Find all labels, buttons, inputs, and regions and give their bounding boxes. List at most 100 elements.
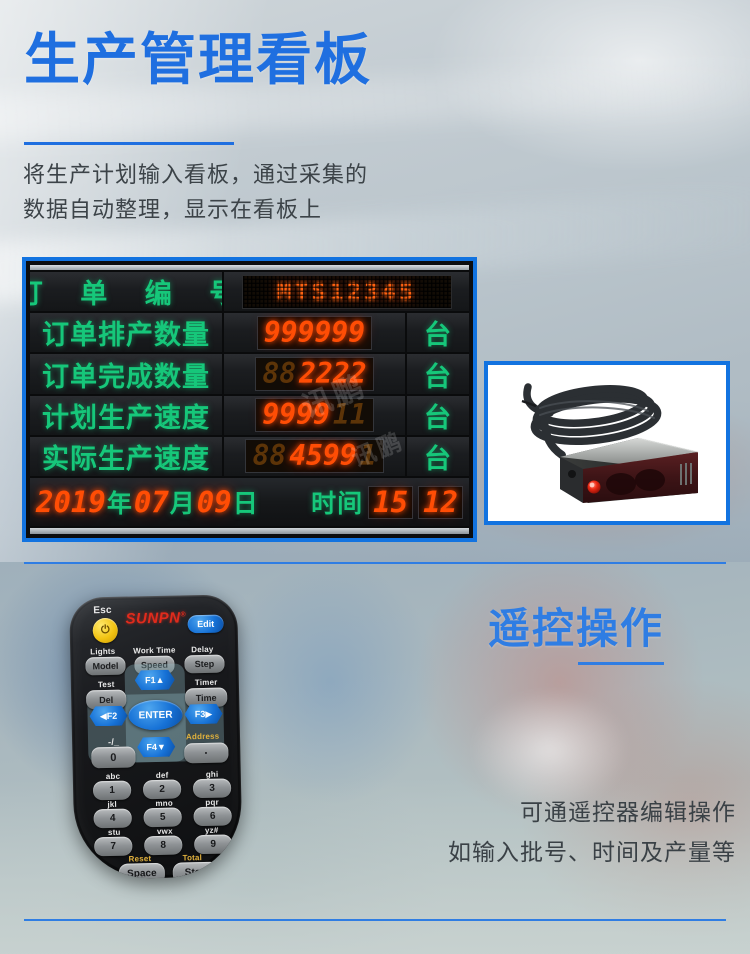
caption-key-4: jkl xyxy=(107,799,117,810)
key-7[interactable]: 7 xyxy=(94,836,133,857)
space-button[interactable]: Space xyxy=(118,862,166,880)
board-label-completed-qty: 订单完成数量 xyxy=(42,361,210,392)
caption-total: Total xyxy=(182,853,203,863)
f2-left-button[interactable]: ◀F2 xyxy=(89,706,127,727)
background-glow xyxy=(470,690,630,810)
board-row-planned-qty: 订单排产数量 999999 台 xyxy=(30,313,469,353)
row-label-cell: 计划生产速度 xyxy=(30,395,222,435)
caption-minus: -/_ xyxy=(107,736,120,748)
seven-segment-display: 88 4599 1 xyxy=(245,439,384,474)
caption-delay: Delay xyxy=(191,644,214,655)
caption-esc: Esc xyxy=(93,604,112,617)
edit-button[interactable]: Edit xyxy=(187,614,224,634)
section2-title-underline xyxy=(578,662,664,665)
row-unit-cell: 台 xyxy=(407,354,469,394)
caption-work-time: Work Time xyxy=(133,645,176,656)
board-datetime-bar: 2019 年 07 月 09 日 时间 15 12 xyxy=(30,478,469,527)
key-1[interactable]: 1 xyxy=(92,780,132,801)
date-day: 09 xyxy=(196,484,232,519)
row-label-cell: 订单完成数量 xyxy=(30,354,222,394)
power-icon: ⏻ xyxy=(100,623,110,637)
row-value-cell: 9999 11 xyxy=(224,395,405,435)
clock-minute-box: 12 xyxy=(418,485,463,519)
planned-qty-value: 999999 xyxy=(263,315,366,349)
brand-registered-mark: ® xyxy=(180,611,187,619)
date-month: 07 xyxy=(133,484,169,519)
power-button[interactable]: ⏻ xyxy=(92,617,119,644)
row-value-cell: 999999 xyxy=(224,313,405,353)
remote-control: Esc SUNPN® ⏻ Edit Lights Work Time Delay… xyxy=(69,594,243,880)
key-3[interactable]: 3 xyxy=(192,778,232,799)
board-unit-planned-speed: 台 xyxy=(424,402,452,433)
remote-brand-text: SUNPN xyxy=(125,609,181,628)
row-unit-cell: 台 xyxy=(407,395,469,435)
clock-hour-box: 15 xyxy=(368,484,414,519)
address-key[interactable]: · xyxy=(184,742,229,764)
key-9[interactable]: 9 xyxy=(194,834,233,855)
planned-speed-dim-suffix: 11 xyxy=(332,398,367,432)
seven-segment-display: 88 2222 xyxy=(255,357,374,391)
subtitle-line-2: 数据自动整理，显示在看板上 xyxy=(23,196,323,222)
model-button[interactable]: Model xyxy=(85,656,126,676)
date-day-unit: 日 xyxy=(232,490,259,519)
page-root: 生产管理看板 将生产计划输入看板，通过采集的 数据自动整理，显示在看板上 订 单… xyxy=(0,0,750,954)
board-row-order-number: 订 单 编 号 MTS12345 xyxy=(30,272,469,312)
seven-segment-display: 999999 xyxy=(256,315,373,350)
caption-lights: Lights xyxy=(90,646,116,657)
key-4[interactable]: 4 xyxy=(93,808,132,829)
step-button[interactable]: Step xyxy=(184,654,225,674)
board-label-planned-qty: 订单排产数量 xyxy=(42,320,210,351)
board-row-actual-speed: 实际生产速度 88 4599 1 台 xyxy=(30,436,469,477)
remote-brand-logo: SUNPN® xyxy=(125,609,186,627)
board-unit-planned-qty: 台 xyxy=(424,320,452,351)
f4-down-button[interactable]: F4▼ xyxy=(137,737,175,758)
section2-body: 可通遥控器编辑操作 如输入批号、时间及产量等 xyxy=(336,793,736,872)
row-value-cell: MTS12345 xyxy=(224,272,469,312)
dot-matrix-display: MTS12345 xyxy=(241,274,452,309)
key-6[interactable]: 6 xyxy=(193,806,232,827)
led-kanban-board: 订 单 编 号 MTS12345 订单排产数量 999999 xyxy=(22,257,477,542)
page-title: 生产管理看板 xyxy=(24,28,372,91)
page-subtitle: 将生产计划输入看板，通过采集的 数据自动整理，显示在看板上 xyxy=(23,158,368,228)
board-label-planned-speed: 计划生产速度 xyxy=(42,402,210,433)
subtitle-line-1: 将生产计划输入看板，通过采集的 xyxy=(23,162,369,187)
caption-key-6: pqr xyxy=(205,797,219,807)
caption-test: Test xyxy=(97,679,115,690)
date-year: 2019 xyxy=(36,484,106,519)
row-value-cell: 88 2222 xyxy=(224,354,405,394)
key-2[interactable]: 2 xyxy=(142,779,182,800)
caption-key-7: stu xyxy=(107,827,121,838)
date-year-unit: 年 xyxy=(106,490,133,519)
completed-qty-dim-prefix: 88 xyxy=(262,357,297,390)
section-divider-middle xyxy=(24,562,726,564)
section2-title: 遥控操作 xyxy=(488,605,665,652)
completed-qty-value: 2222 xyxy=(299,357,367,390)
f1-up-button[interactable]: F1▲ xyxy=(135,670,175,691)
actual-speed-dim-prefix: 88 xyxy=(252,439,287,473)
caption-reset: Reset xyxy=(128,854,152,864)
board-unit-actual-speed: 台 xyxy=(424,443,452,474)
board-label-actual-speed: 实际生产速度 xyxy=(42,443,210,474)
row-label-cell: 订 单 编 号 xyxy=(30,272,222,312)
section-divider-bottom xyxy=(24,919,726,921)
planned-speed-value: 9999 xyxy=(262,398,330,432)
caption-address: Address xyxy=(185,731,220,742)
row-unit-cell: 台 xyxy=(407,313,469,353)
key-8[interactable]: 8 xyxy=(144,835,183,856)
board-label-order-number: 订 单 编 号 xyxy=(30,279,222,310)
board-top-strip xyxy=(30,265,469,270)
caption-key-2: def xyxy=(155,770,169,781)
board-unit-completed-qty: 台 xyxy=(424,361,452,392)
title-underline xyxy=(24,142,234,145)
f3-right-button[interactable]: F3▶ xyxy=(184,704,222,725)
zero-key[interactable]: 0 xyxy=(91,746,136,769)
clock-hour: 15 xyxy=(373,484,409,519)
seven-segment-display: 9999 11 xyxy=(255,398,374,433)
key-5[interactable]: 5 xyxy=(143,807,182,828)
board-inner: 订 单 编 号 MTS12345 订单排产数量 999999 xyxy=(30,265,469,535)
caption-key-1: abc xyxy=(105,771,121,782)
row-label-cell: 订单排产数量 xyxy=(30,313,222,353)
board-bottom-strip xyxy=(30,528,469,535)
section2-body-line-2: 如输入批号、时间及产量等 xyxy=(448,838,736,865)
caption-key-5: mno xyxy=(155,798,173,809)
